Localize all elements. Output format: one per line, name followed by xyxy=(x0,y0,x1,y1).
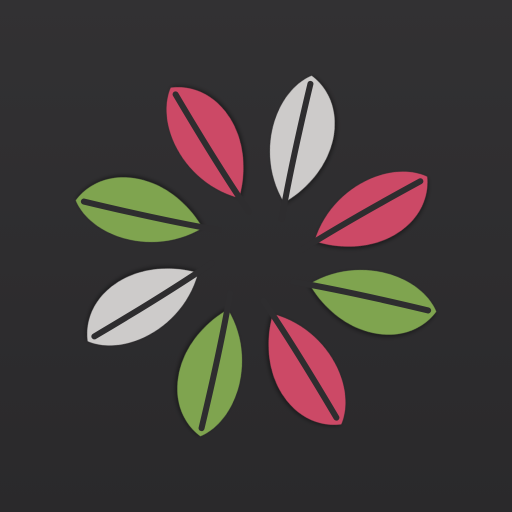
icon-background xyxy=(0,0,512,512)
leaf-flower-logo-icon xyxy=(0,0,512,512)
app-icon xyxy=(0,0,512,512)
